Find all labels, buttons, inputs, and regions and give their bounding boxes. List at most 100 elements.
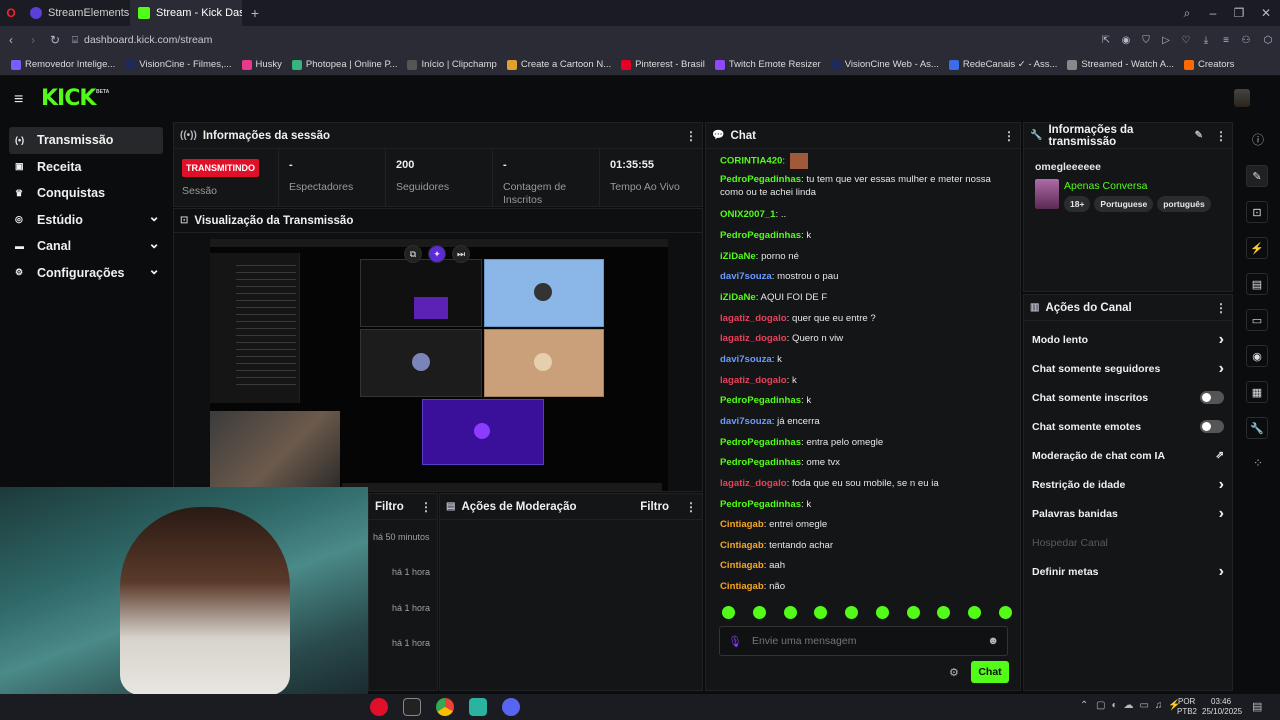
emote-icon[interactable]	[722, 606, 735, 619]
back-icon[interactable]: ‹	[0, 33, 22, 47]
minimize-icon[interactable]: –	[1200, 6, 1226, 20]
emote-icon[interactable]	[998, 606, 1012, 619]
category-name[interactable]: Apenas Conversa	[1064, 180, 1147, 192]
category-thumbnail[interactable]	[1035, 179, 1059, 209]
broadcast-icon[interactable]: ◉	[1246, 345, 1268, 367]
menu-icon[interactable]: ≡	[1216, 35, 1236, 46]
chat-message-input[interactable]	[751, 635, 978, 647]
chat-username[interactable]: PedroPegadinhas	[720, 230, 801, 241]
sidebar-item-configuracoes[interactable]: ⚙ Configurações ⌄	[0, 260, 172, 287]
bookmark-item[interactable]: Removedor Intelige...	[6, 59, 120, 70]
moderation-more-icon[interactable]: ⋮	[685, 500, 697, 514]
pencil-icon[interactable]: ✎	[1246, 165, 1268, 187]
channel-action-row[interactable]: Chat somente inscritos	[1024, 383, 1232, 412]
channel-action-row[interactable]: Palavras banidas ›	[1024, 499, 1232, 528]
bookmark-item[interactable]: Pinterest - Brasil	[616, 59, 710, 70]
browser-tab-kick[interactable]: Stream - Kick Dashboard	[130, 0, 242, 26]
channel-action-row[interactable]: Chat somente seguidores ›	[1024, 354, 1232, 383]
sidebar-item-estudio[interactable]: ◎ Estúdio ⌄	[0, 207, 172, 234]
new-tab-icon[interactable]: +	[242, 5, 268, 21]
moderation-filter-label[interactable]: Filtro	[640, 501, 669, 513]
bookmark-item[interactable]: Create a Cartoon N...	[502, 59, 616, 70]
emote-icon[interactable]	[937, 606, 951, 619]
capcut-taskbar-icon[interactable]	[403, 698, 421, 716]
maximize-icon[interactable]: ❐	[1226, 6, 1252, 20]
emote-icon[interactable]	[875, 606, 889, 619]
external-link-icon[interactable]: ⇗	[1216, 450, 1224, 461]
user-avatar[interactable]	[1234, 89, 1250, 107]
chat-username[interactable]: lagatiz_dogalo	[720, 313, 787, 324]
stream-info-more-icon[interactable]: ⋮	[1215, 129, 1227, 143]
edit-icon[interactable]: ✎	[1195, 130, 1203, 141]
toggle-switch[interactable]	[1200, 420, 1224, 433]
extensions-icon[interactable]: ⬡	[1256, 35, 1280, 46]
emote-icon[interactable]	[783, 606, 797, 619]
hamburger-icon[interactable]: ≡	[14, 91, 23, 109]
camera-icon[interactable]: ◉	[1116, 35, 1136, 46]
document-icon[interactable]: ▤	[1246, 273, 1268, 295]
tray-icons[interactable]: ▢◐☁▭♫⚡	[1096, 700, 1187, 711]
tray-time[interactable]: 03:46	[1211, 697, 1231, 706]
emote-icon[interactable]	[906, 606, 920, 619]
chevron-right-icon[interactable]: ›	[1219, 360, 1224, 378]
chat-username[interactable]: ONIX2007_1	[720, 209, 775, 220]
activity-filter-label[interactable]: Filtro	[375, 501, 414, 513]
bookmark-item[interactable]: Streamed - Watch A...	[1062, 59, 1179, 70]
chat-username[interactable]: PedroPegadinhas	[720, 174, 801, 185]
printer-icon[interactable]: ▦	[1246, 381, 1268, 403]
chat-username[interactable]: davi7souza	[720, 416, 772, 427]
emote-icon[interactable]	[845, 606, 859, 619]
channel-action-row[interactable]: Restrição de idade ›	[1024, 470, 1232, 499]
download-icon[interactable]: ⤓	[1196, 35, 1216, 46]
chat-send-button[interactable]: Chat	[971, 661, 1009, 683]
chevron-right-icon[interactable]: ›	[1219, 505, 1224, 523]
browser-tab-streamelements[interactable]: StreamElements - Songre	[22, 0, 130, 26]
chat-username[interactable]: iZiDaNe	[720, 292, 756, 303]
more-options-icon[interactable]: ⋮	[685, 129, 697, 143]
chat-username[interactable]: lagatiz_dogalo	[720, 333, 787, 344]
discord-taskbar-icon[interactable]	[502, 698, 520, 716]
sidebar-item-canal[interactable]: ▬ Canal ⌄	[0, 233, 172, 260]
apps-icon[interactable]: ⁘	[1246, 453, 1270, 473]
channel-action-row[interactable]: Modo lento ›	[1024, 325, 1232, 354]
chat-username[interactable]: Cintiagab	[720, 581, 764, 592]
tray-date[interactable]: 25/10/2025	[1202, 707, 1242, 716]
pip-icon[interactable]: ⧉	[404, 245, 422, 263]
emote-icon[interactable]	[752, 606, 766, 619]
channel-action-row[interactable]: Moderação de chat com IA ⇗	[1024, 441, 1232, 470]
chat-username[interactable]: lagatiz_dogalo	[720, 375, 787, 386]
chat-username[interactable]: iZiDaNe	[720, 251, 756, 262]
reload-icon[interactable]: ↻	[44, 33, 66, 47]
chevron-down-icon[interactable]: ⌄	[148, 261, 160, 278]
microphone-icon[interactable]: 🎙	[728, 635, 742, 648]
emote-icon[interactable]	[814, 606, 828, 619]
chat-username[interactable]: davi7souza	[720, 354, 772, 365]
chevron-down-icon[interactable]: ⌄	[148, 235, 160, 252]
heart-icon[interactable]: ♡	[1176, 35, 1196, 46]
chevron-right-icon[interactable]: ›	[1219, 563, 1224, 581]
chat-settings-icon[interactable]: ⚙	[949, 666, 959, 679]
chevron-right-icon[interactable]: ›	[1219, 476, 1224, 494]
chat-username[interactable]: Cintiagab	[720, 519, 764, 530]
chat-username[interactable]: PedroPegadinhas	[720, 437, 801, 448]
tray-keyboard[interactable]: PTB2	[1177, 707, 1197, 716]
shield-icon[interactable]: ⛉	[1136, 35, 1156, 46]
sidebar-item-conquistas[interactable]: ♛ Conquistas	[0, 180, 172, 207]
chat-more-icon[interactable]: ⋮	[1003, 129, 1015, 143]
chat-icon[interactable]: ▭	[1246, 309, 1268, 331]
chat-username[interactable]: PedroPegadinhas	[720, 395, 801, 406]
chat-username[interactable]: lagatiz_dogalo	[720, 478, 787, 489]
info-icon[interactable]: ⓘ	[1246, 127, 1270, 151]
sidebar-item-receita[interactable]: ▣ Receita	[0, 154, 172, 181]
bookmark-item[interactable]: VisionCine - Filmes,...	[120, 59, 236, 70]
forward-icon[interactable]: ›	[22, 33, 44, 47]
chevron-right-icon[interactable]: ›	[1219, 331, 1224, 349]
chat-input-box[interactable]: 🎙 ☻	[719, 626, 1008, 656]
wrench-icon[interactable]: 🔧	[1246, 417, 1268, 439]
skip-icon[interactable]: ⏭	[452, 245, 470, 263]
opera-logo-icon[interactable]: O	[0, 6, 22, 20]
toggle-switch[interactable]	[1200, 391, 1224, 404]
emote-icon[interactable]	[968, 606, 982, 619]
chat-username[interactable]: Cintiagab	[720, 540, 764, 551]
play-icon[interactable]: ▷	[1156, 35, 1176, 46]
